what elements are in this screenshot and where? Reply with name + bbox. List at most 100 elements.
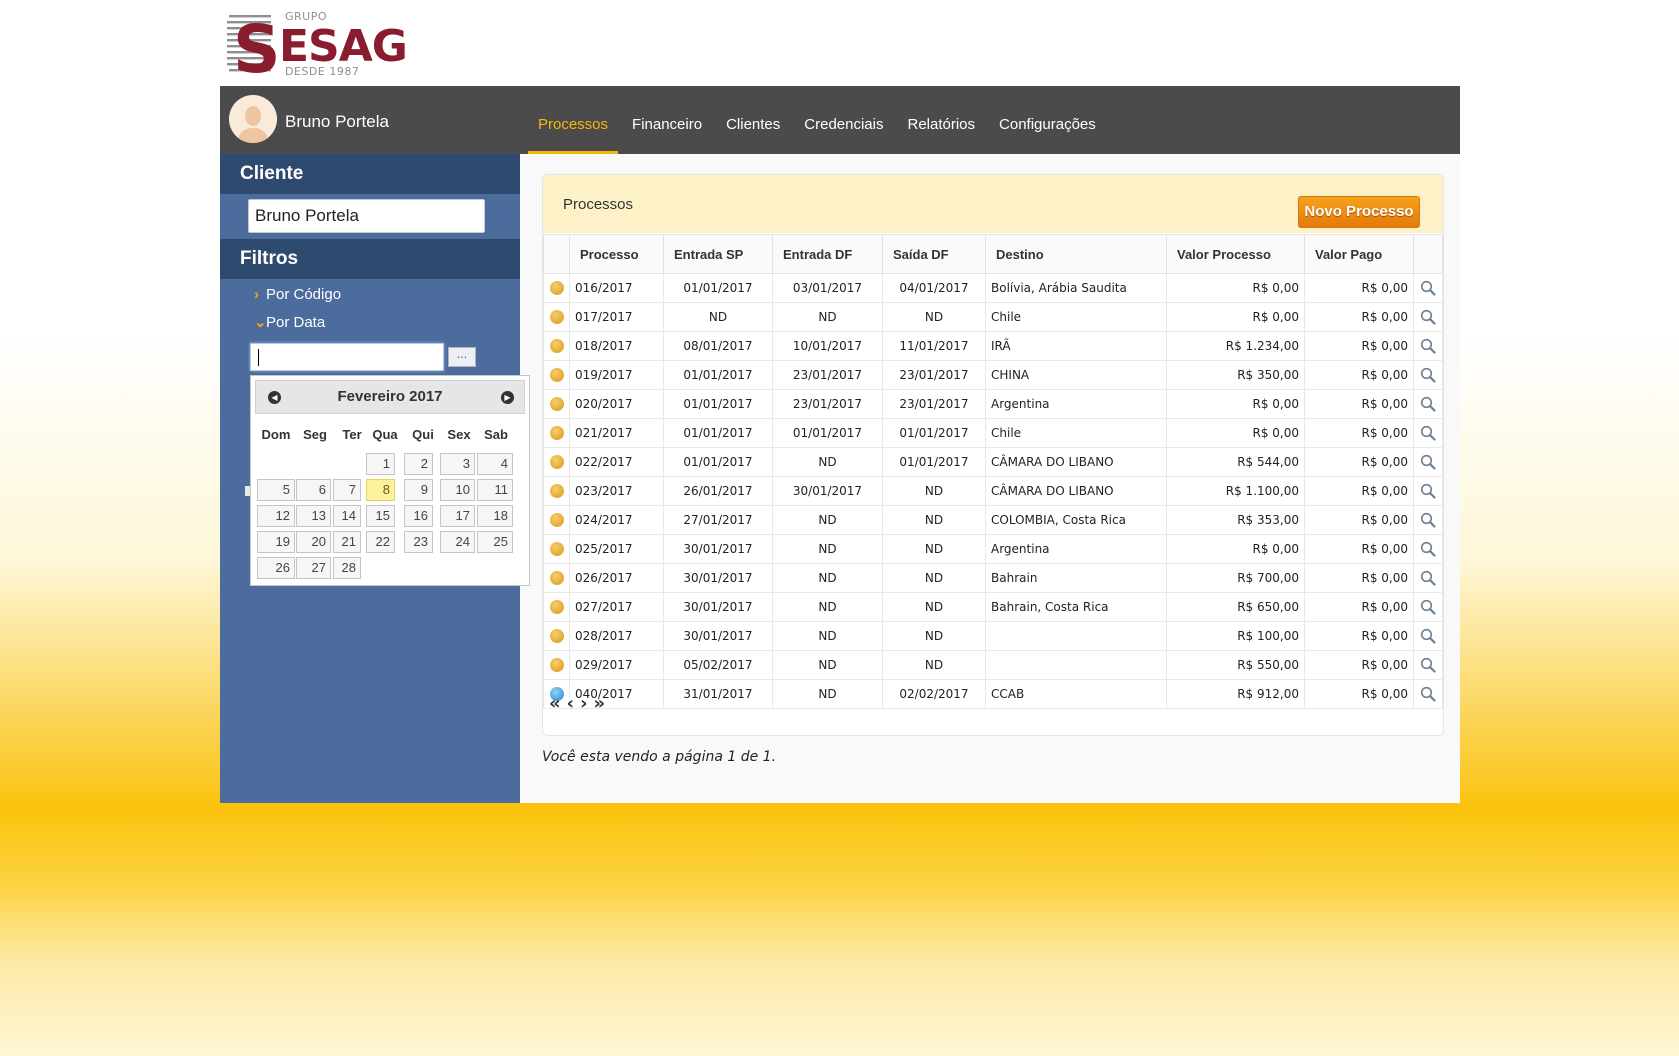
- nav-financeiro[interactable]: Financeiro: [620, 86, 714, 154]
- calendar-day[interactable]: 19: [257, 531, 295, 553]
- calendar-day[interactable]: 11: [477, 479, 513, 501]
- avatar[interactable]: [229, 95, 277, 143]
- col-entrada-sp[interactable]: Entrada SP: [663, 234, 773, 274]
- col-valor-pago[interactable]: Valor Pago: [1304, 234, 1414, 274]
- table-row[interactable]: 027/2017 30/01/2017 ND ND Bahrain, Costa Ric…: [543, 592, 1443, 622]
- calendar-day[interactable]: 5: [257, 479, 295, 501]
- calendar-header: ◀ Fevereiro 2017 ▶: [255, 380, 525, 414]
- calendar-day[interactable]: 28: [333, 557, 361, 579]
- cell-valor-pago: R$ 0,00: [1304, 302, 1414, 332]
- calendar-day[interactable]: 20: [296, 531, 331, 553]
- search-icon[interactable]: [1420, 425, 1436, 441]
- table-row[interactable]: 040/2017 31/01/2017 ND 02/02/2017 CCAB R$ 912…: [543, 679, 1443, 709]
- nav-clientes[interactable]: Clientes: [714, 86, 792, 154]
- new-process-button[interactable]: Novo Processo: [1298, 196, 1420, 228]
- calendar-day[interactable]: 8: [366, 479, 395, 501]
- calendar-day[interactable]: 16: [404, 505, 433, 527]
- table-row[interactable]: 018/2017 08/01/2017 10/01/2017 11/01/2017 IR…: [543, 331, 1443, 361]
- table-row[interactable]: 026/2017 30/01/2017 ND ND Bahrain R$ 700,00 R$…: [543, 563, 1443, 593]
- calendar-day[interactable]: 27: [296, 557, 331, 579]
- table-row[interactable]: 016/2017 01/01/2017 03/01/2017 04/01/2017 Bo…: [543, 273, 1443, 303]
- cell-entrada-sp: 08/01/2017: [663, 331, 773, 361]
- calendar-day[interactable]: 25: [477, 531, 513, 553]
- col-processo[interactable]: Processo: [569, 234, 664, 274]
- date-picker-button[interactable]: ...: [448, 347, 476, 367]
- table-row[interactable]: 025/2017 30/01/2017 ND ND Argentina R$ 0,00 R$…: [543, 534, 1443, 564]
- table-row[interactable]: 017/2017 ND ND ND Chile R$ 0,00 R$ 0,00: [543, 302, 1443, 332]
- cell-valor-processo: R$ 0,00: [1166, 534, 1305, 564]
- status-cell: [543, 650, 570, 680]
- search-icon[interactable]: [1420, 338, 1436, 354]
- calendar-day[interactable]: 15: [366, 505, 395, 527]
- calendar-day[interactable]: 4: [477, 453, 513, 475]
- nav-credenciais[interactable]: Credenciais: [792, 86, 895, 154]
- pager-first-icon[interactable]: «: [549, 693, 561, 714]
- cell-entrada-sp: 01/01/2017: [663, 447, 773, 477]
- cell-processo: 028/2017: [569, 621, 664, 651]
- nav-processos[interactable]: Processos: [528, 86, 619, 154]
- calendar-day[interactable]: 9: [404, 479, 433, 501]
- calendar-day[interactable]: 17: [440, 505, 475, 527]
- calendar-day[interactable]: 1: [366, 453, 395, 475]
- calendar-day[interactable]: 10: [440, 479, 475, 501]
- status-dot-icon: [549, 339, 564, 354]
- table-row[interactable]: 028/2017 30/01/2017 ND ND R$ 100,00 R$ 0,00: [543, 621, 1443, 651]
- calendar-day[interactable]: 18: [477, 505, 513, 527]
- search-icon[interactable]: [1420, 280, 1436, 296]
- search-icon[interactable]: [1420, 657, 1436, 673]
- search-icon[interactable]: [1420, 628, 1436, 644]
- cell-destino: COLOMBIA, Costa Rica: [985, 505, 1167, 535]
- pager-next-icon[interactable]: ›: [580, 693, 587, 714]
- calendar-day[interactable]: 24: [440, 531, 475, 553]
- date-input[interactable]: [250, 343, 444, 371]
- calendar-day[interactable]: 14: [333, 505, 361, 527]
- search-icon[interactable]: [1420, 686, 1436, 702]
- calendar-day[interactable]: 3: [440, 453, 475, 475]
- search-icon[interactable]: [1420, 483, 1436, 499]
- calendar-day[interactable]: 22: [366, 531, 395, 553]
- client-input[interactable]: [248, 199, 485, 233]
- table-row[interactable]: 021/2017 01/01/2017 01/01/2017 01/01/2017 Ch…: [543, 418, 1443, 448]
- calendar-day[interactable]: 7: [333, 479, 361, 501]
- user-name[interactable]: Bruno Portela: [285, 112, 389, 132]
- calendar-day[interactable]: 2: [404, 453, 433, 475]
- search-icon[interactable]: [1420, 309, 1436, 325]
- nav-configuracoes[interactable]: Configurações: [987, 86, 1108, 154]
- col-actions: [1413, 234, 1443, 274]
- table-row[interactable]: 020/2017 01/01/2017 23/01/2017 23/01/2017 Ar…: [543, 389, 1443, 419]
- calendar-day[interactable]: 13: [296, 505, 331, 527]
- calendar-day[interactable]: 26: [257, 557, 295, 579]
- cell-processo: 029/2017: [569, 650, 664, 680]
- pager-prev-icon[interactable]: ‹: [567, 693, 574, 714]
- search-icon[interactable]: [1420, 570, 1436, 586]
- col-destino[interactable]: Destino: [985, 234, 1167, 274]
- table-row[interactable]: 019/2017 01/01/2017 23/01/2017 23/01/2017 CH…: [543, 360, 1443, 390]
- calendar-day[interactable]: 21: [333, 531, 361, 553]
- col-saida-df[interactable]: Saída DF: [882, 234, 986, 274]
- col-valor-processo[interactable]: Valor Processo: [1166, 234, 1305, 274]
- cell-saida-df: 11/01/2017: [882, 331, 986, 361]
- search-icon[interactable]: [1420, 367, 1436, 383]
- cell-processo: 027/2017: [569, 592, 664, 622]
- calendar-day[interactable]: 6: [296, 479, 331, 501]
- nav-relatorios[interactable]: Relatórios: [896, 86, 988, 154]
- calendar-day[interactable]: 12: [257, 505, 295, 527]
- cell-entrada-sp: 27/01/2017: [663, 505, 773, 535]
- cell-entrada-df: ND: [772, 621, 883, 651]
- table-row[interactable]: 023/2017 26/01/2017 30/01/2017 ND CÂMARA DO …: [543, 476, 1443, 506]
- search-icon[interactable]: [1420, 454, 1436, 470]
- pager-last-icon[interactable]: »: [593, 693, 605, 714]
- filter-by-date[interactable]: ⌄Por Data: [254, 313, 325, 331]
- table-row[interactable]: 029/2017 05/02/2017 ND ND R$ 550,00 R$ 0,00: [543, 650, 1443, 680]
- search-icon[interactable]: [1420, 396, 1436, 412]
- status-dot-icon: [549, 397, 564, 412]
- table-row[interactable]: 022/2017 01/01/2017 ND 01/01/2017 CÂMARA DO …: [543, 447, 1443, 477]
- col-entrada-df[interactable]: Entrada DF: [772, 234, 883, 274]
- calendar-next-icon[interactable]: ▶: [501, 391, 514, 404]
- table-row[interactable]: 024/2017 27/01/2017 ND ND COLOMBIA, Costa Ri…: [543, 505, 1443, 535]
- search-icon[interactable]: [1420, 512, 1436, 528]
- filter-by-code[interactable]: › Por Código: [254, 286, 341, 303]
- search-icon[interactable]: [1420, 599, 1436, 615]
- calendar-day[interactable]: 23: [404, 531, 433, 553]
- search-icon[interactable]: [1420, 541, 1436, 557]
